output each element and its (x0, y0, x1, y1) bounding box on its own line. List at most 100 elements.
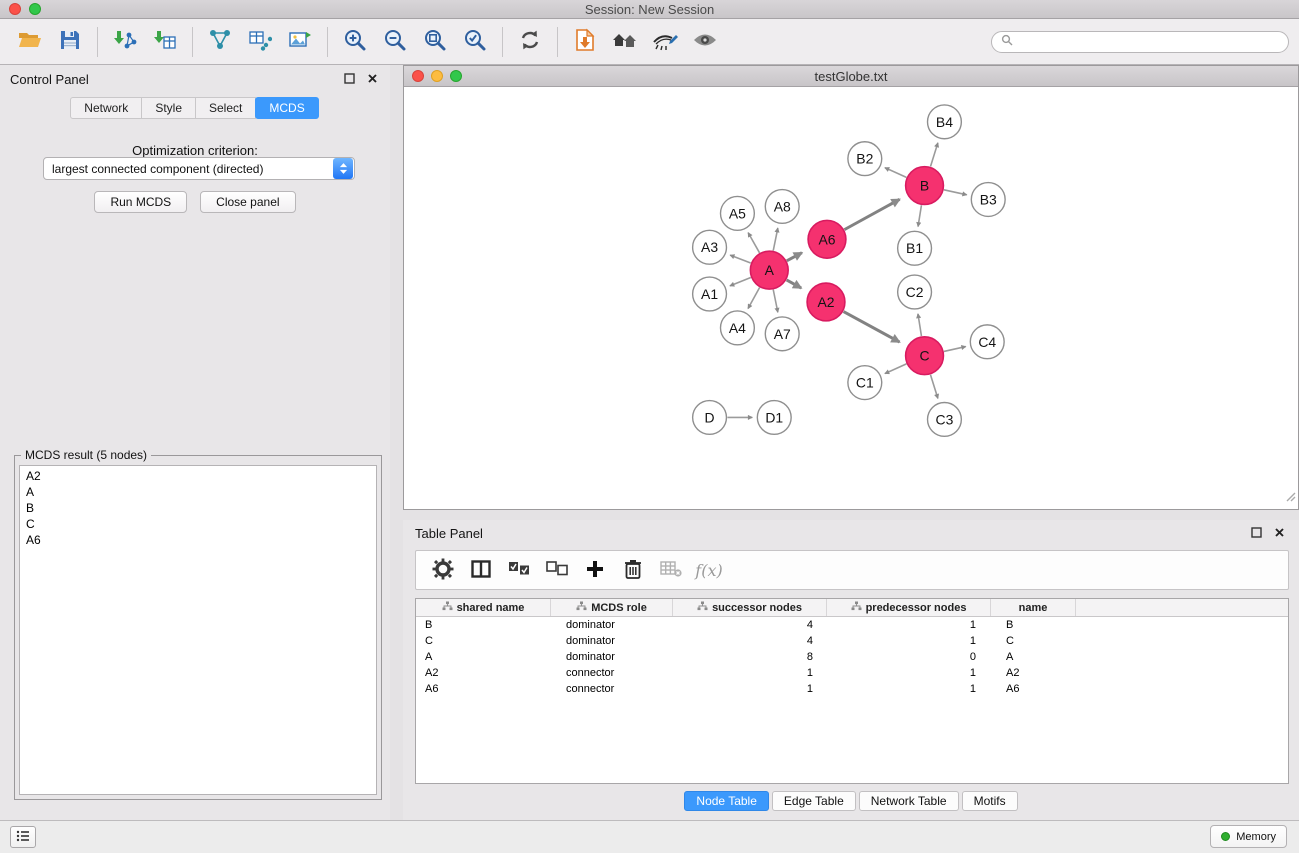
delete-column-button[interactable] (656, 555, 686, 585)
node-C3[interactable]: C3 (928, 403, 962, 437)
edge-C-C1[interactable] (885, 364, 906, 374)
vertical-splitter[interactable] (390, 65, 403, 820)
tab-motifs[interactable]: Motifs (962, 791, 1018, 811)
memory-button[interactable]: Memory (1210, 825, 1287, 848)
task-history-button[interactable] (10, 826, 36, 848)
edge-B-B4[interactable] (930, 143, 937, 167)
edge-A-A4[interactable] (748, 288, 760, 309)
apply-layout-button[interactable] (510, 23, 550, 61)
edge-A-A8[interactable] (773, 228, 778, 251)
horizontal-splitter[interactable] (403, 510, 1299, 520)
column-header-shared-name[interactable]: shared name (416, 599, 551, 616)
column-header-mcds-role[interactable]: MCDS role (551, 599, 673, 616)
network-canvas[interactable]: B4B2BB3A5A8A6B1A3AC2A1A2A4A7C1CC4C3DD1 (405, 88, 1297, 508)
edge-B-B3[interactable] (944, 190, 967, 195)
edge-C-C2[interactable] (918, 314, 921, 336)
resize-grip-icon[interactable] (1284, 489, 1296, 507)
network-zoom-button[interactable] (450, 70, 462, 82)
search-input[interactable] (1018, 35, 1279, 49)
edge-A-A6[interactable] (787, 253, 802, 261)
edge-A-A1[interactable] (730, 277, 751, 285)
edge-C-C3[interactable] (930, 375, 937, 399)
node-A2[interactable]: A2 (807, 283, 845, 321)
node-C2[interactable]: C2 (898, 275, 932, 309)
close-table-panel-button[interactable] (1271, 525, 1287, 541)
result-item[interactable]: A (20, 484, 376, 500)
float-panel-button[interactable] (341, 71, 357, 87)
node-B2[interactable]: B2 (848, 142, 882, 176)
save-button[interactable] (50, 23, 90, 61)
edge-A-A7[interactable] (773, 290, 778, 313)
toggle-column-button[interactable] (466, 555, 496, 585)
show-graphics-button[interactable] (685, 23, 725, 61)
node-C[interactable]: C (906, 337, 944, 375)
tab-node-table[interactable]: Node Table (684, 791, 769, 811)
result-item[interactable]: A2 (20, 468, 376, 484)
zoom-selected-button[interactable] (455, 23, 495, 61)
network-minimize-button[interactable] (431, 70, 443, 82)
select-all-button[interactable] (504, 555, 534, 585)
deselect-all-button[interactable] (542, 555, 572, 585)
node-D[interactable]: D (693, 401, 727, 435)
network-graph[interactable]: B4B2BB3A5A8A6B1A3AC2A1A2A4A7C1CC4C3DD1 (405, 88, 1297, 508)
network-close-button[interactable] (412, 70, 424, 82)
network-window-titlebar[interactable]: testGlobe.txt (404, 66, 1298, 87)
close-window-button[interactable] (9, 3, 21, 15)
home-button[interactable] (605, 23, 645, 61)
run-mcds-button[interactable]: Run MCDS (94, 191, 187, 213)
edge-A-A3[interactable] (730, 255, 751, 263)
export-image-button[interactable] (280, 23, 320, 61)
delete-button[interactable] (618, 555, 648, 585)
open-session-button[interactable] (565, 23, 605, 61)
float-table-panel-button[interactable] (1248, 525, 1264, 541)
zoom-in-button[interactable] (335, 23, 375, 61)
node-B[interactable]: B (906, 167, 944, 205)
tab-select[interactable]: Select (195, 97, 256, 119)
import-network-button[interactable] (105, 23, 145, 61)
edge-B-B1[interactable] (918, 205, 921, 226)
close-panel-button[interactable]: Close panel (200, 191, 295, 213)
column-header-name[interactable]: name (991, 599, 1076, 616)
edge-A-A2[interactable] (787, 280, 802, 288)
zoom-out-button[interactable] (375, 23, 415, 61)
tab-style[interactable]: Style (141, 97, 196, 119)
node-A[interactable]: A (750, 251, 788, 289)
node-A8[interactable]: A8 (765, 190, 799, 224)
function-builder-button[interactable]: f(x) (694, 555, 724, 585)
table-settings-button[interactable] (428, 555, 458, 585)
table-row[interactable]: A6connector11A6 (416, 681, 1288, 697)
column-header-predecessor-nodes[interactable]: predecessor nodes (827, 599, 991, 616)
edge-C-C4[interactable] (944, 347, 966, 352)
node-A3[interactable]: A3 (693, 230, 727, 264)
close-panel-x-button[interactable] (364, 71, 380, 87)
node-C1[interactable]: C1 (848, 366, 882, 400)
node-A6[interactable]: A6 (808, 220, 846, 258)
edge-A-A5[interactable] (748, 233, 759, 253)
result-item[interactable]: B (20, 500, 376, 516)
node-D1[interactable]: D1 (757, 401, 791, 435)
edge-A2-C[interactable] (844, 312, 900, 343)
add-column-button[interactable] (580, 555, 610, 585)
node-A7[interactable]: A7 (765, 317, 799, 351)
open-button[interactable] (10, 23, 50, 61)
node-A5[interactable]: A5 (720, 196, 754, 230)
tab-edge-table[interactable]: Edge Table (772, 791, 856, 811)
style-editor-button[interactable] (645, 23, 685, 61)
network-table-button[interactable] (240, 23, 280, 61)
edge-B-B2[interactable] (885, 168, 906, 178)
result-item[interactable]: C (20, 516, 376, 532)
zoom-fit-button[interactable] (415, 23, 455, 61)
import-table-button[interactable] (145, 23, 185, 61)
result-item[interactable]: A6 (20, 532, 376, 548)
optimization-criterion-dropdown[interactable]: largest connected component (directed) (43, 157, 355, 180)
column-header-successor-nodes[interactable]: successor nodes (673, 599, 827, 616)
search-field[interactable] (991, 31, 1289, 53)
tab-mcds[interactable]: MCDS (255, 97, 318, 119)
table-row[interactable]: Bdominator41B (416, 617, 1288, 633)
table-row[interactable]: Adominator80A (416, 649, 1288, 665)
edge-A6-B[interactable] (844, 199, 899, 229)
new-network-button[interactable] (200, 23, 240, 61)
node-A1[interactable]: A1 (693, 277, 727, 311)
node-C4[interactable]: C4 (970, 325, 1004, 359)
node-A4[interactable]: A4 (720, 311, 754, 345)
